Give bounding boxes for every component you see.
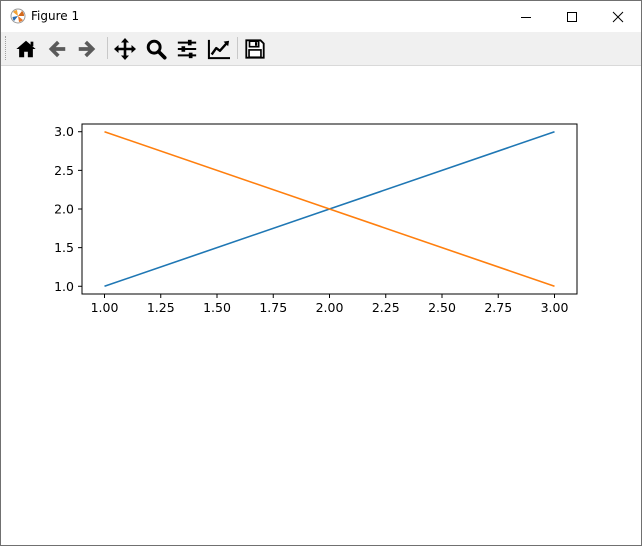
figure-canvas[interactable]: 1.00 1.25 1.50 1.75 2.00 2.25 2.50 2.75 3.00 1.0… — [1, 66, 641, 545]
edit-axis-button[interactable] — [205, 35, 233, 62]
close-button[interactable] — [595, 1, 641, 32]
zoom-button[interactable] — [142, 35, 170, 62]
y-tick-label: 3.0 — [54, 124, 74, 139]
navigation-toolbar — [1, 32, 641, 66]
save-button[interactable] — [241, 35, 269, 62]
sliders-icon — [177, 39, 197, 58]
x-tick-label: 2.50 — [428, 300, 456, 315]
toolbar-grip[interactable] — [5, 36, 9, 60]
x-tick-label: 2.00 — [316, 300, 344, 315]
back-button[interactable] — [43, 35, 71, 62]
configure-subplots-button[interactable] — [173, 35, 201, 62]
x-tick-label: 1.50 — [203, 300, 231, 315]
toolbar-separator-2 — [237, 37, 238, 59]
title-bar[interactable]: Figure 1 — [1, 1, 641, 32]
toolbar-separator — [107, 37, 108, 59]
x-tick-label: 1.75 — [259, 300, 287, 315]
chart-line-icon — [207, 39, 230, 59]
plot-area: 1.00 1.25 1.50 1.75 2.00 2.25 2.50 2.75 3.00 1.0… — [54, 123, 578, 315]
window-title: Figure 1 — [31, 9, 80, 23]
figure-window: Figure 1 1.00 1.25 1.50 1.75 2.00 2.25 2… — [0, 0, 642, 546]
matplotlib-logo-icon — [10, 8, 26, 24]
maximize-icon — [567, 11, 577, 22]
x-tick-label: 1.25 — [147, 300, 175, 315]
floppy-disk-icon — [245, 38, 265, 59]
home-button[interactable] — [12, 35, 40, 62]
x-tick-label: 3.00 — [541, 300, 569, 315]
maximize-button[interactable] — [549, 1, 595, 32]
y-axis: 1.0 1.5 2.0 2.5 3.0 — [54, 124, 82, 294]
y-tick-label: 2.0 — [54, 202, 74, 217]
y-tick-label: 1.5 — [54, 240, 74, 255]
minimize-icon — [521, 16, 531, 18]
close-icon — [612, 11, 624, 22]
x-tick-label: 2.75 — [484, 300, 512, 315]
minimize-button[interactable] — [503, 1, 549, 32]
pan-button[interactable] — [111, 35, 139, 62]
x-tick-label: 1.00 — [91, 300, 119, 315]
arrow-left-icon — [48, 40, 66, 57]
forward-button[interactable] — [73, 35, 101, 62]
arrow-right-icon — [78, 40, 96, 57]
home-icon — [16, 40, 36, 57]
move-icon — [114, 37, 136, 60]
x-axis: 1.00 1.25 1.50 1.75 2.00 2.25 2.50 2.75 3.00 — [91, 294, 569, 315]
y-tick-label: 2.5 — [54, 163, 74, 178]
x-tick-label: 2.25 — [372, 300, 400, 315]
y-tick-label: 1.0 — [54, 279, 74, 294]
magnifier-icon — [146, 39, 167, 60]
